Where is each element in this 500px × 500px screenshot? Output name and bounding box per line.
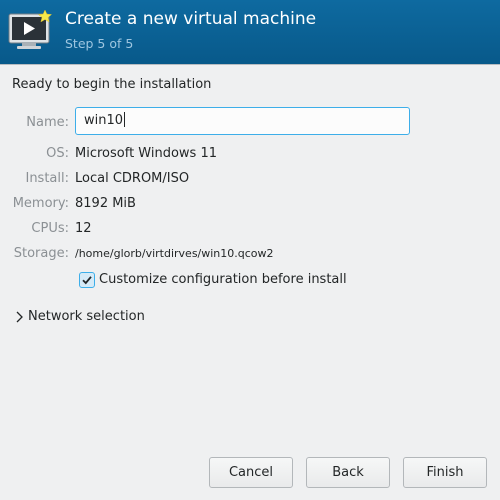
memory-label: Memory: <box>12 196 69 211</box>
wizard-step-indicator: Step 5 of 5 <box>65 36 134 51</box>
os-label: OS: <box>46 146 69 161</box>
customize-config-checkbox[interactable] <box>79 272 95 288</box>
storage-label: Storage: <box>13 246 69 261</box>
monitor-play-icon <box>8 9 56 51</box>
name-label: Name: <box>26 115 69 130</box>
memory-value: 8192 MiB <box>75 196 136 211</box>
name-field[interactable]: win10 <box>75 107 410 135</box>
customize-config-label: Customize configuration before install <box>99 272 347 287</box>
back-button[interactable]: Back <box>306 457 390 488</box>
chevron-right-icon <box>14 310 24 328</box>
os-value: Microsoft Windows 11 <box>75 146 217 161</box>
wizard-title: Create a new virtual machine <box>65 9 317 29</box>
network-selection-label: Network selection <box>28 309 145 324</box>
storage-value: /home/glorb/virtdirves/win10.qcow2 <box>75 247 274 260</box>
install-label: Install: <box>25 171 69 186</box>
text-cursor <box>124 112 126 127</box>
wizard-header: Create a new virtual machine Step 5 of 5 <box>0 0 500 65</box>
cpus-value: 12 <box>75 221 92 236</box>
section-title: Ready to begin the installation <box>12 77 212 92</box>
cancel-button[interactable]: Cancel <box>209 457 293 488</box>
cpus-label: CPUs: <box>31 221 69 236</box>
name-field-value: win10 <box>84 113 124 128</box>
finish-button[interactable]: Finish <box>403 457 487 488</box>
checkmark-icon <box>82 276 92 285</box>
install-value: Local CDROM/ISO <box>75 171 190 186</box>
